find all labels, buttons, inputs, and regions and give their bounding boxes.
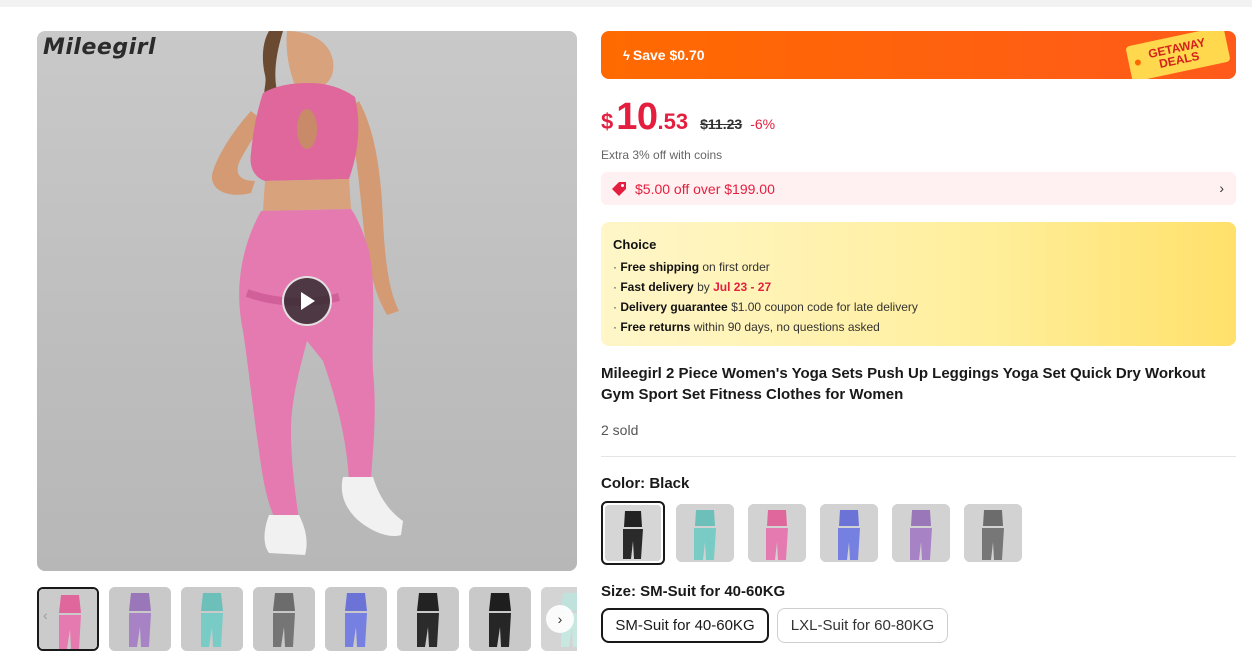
swatch-pink[interactable] <box>748 504 806 562</box>
free-returns-line: · Free returns within 90 days, no questi… <box>613 320 880 334</box>
thumbnail-prev-icon[interactable]: ‹ <box>43 607 48 623</box>
chevron-right-icon: › <box>557 611 563 627</box>
save-amount: ϟ Save $0.70 <box>623 47 705 63</box>
thumbnail-grey[interactable] <box>253 587 315 651</box>
getaway-deals-tag: GETAWAY DEALS <box>1125 31 1231 79</box>
choice-benefits-box: Choice · Free shipping on first order · … <box>601 222 1236 346</box>
choice-title: Choice <box>613 237 657 252</box>
swatch-black[interactable] <box>601 501 665 565</box>
brand-logo: Mileegirl <box>43 35 156 60</box>
size-label: Size: SM-Suit for 40-60KG <box>601 583 786 600</box>
thumbnail-teal[interactable] <box>181 587 243 651</box>
price-row: $ 10 .53 $11.23 -6% <box>601 96 775 138</box>
thumbnail-black-back[interactable] <box>469 587 531 651</box>
coins-note: Extra 3% off with coins <box>601 148 723 162</box>
color-label: Color: Black <box>601 475 690 492</box>
discount-percent: -6% <box>750 116 776 132</box>
play-video-button[interactable] <box>282 276 332 326</box>
play-icon <box>301 292 315 310</box>
price-currency: $ <box>601 109 614 134</box>
thumbnail-blue[interactable] <box>325 587 387 651</box>
thumbnail-purple[interactable] <box>109 587 171 651</box>
size-option-sm[interactable]: SM-Suit for 40-60KG <box>601 608 769 643</box>
swatch-blue[interactable] <box>820 504 878 562</box>
divider <box>601 456 1236 457</box>
original-price: $11.23 <box>700 116 743 132</box>
swatch-purple[interactable] <box>892 504 950 562</box>
fast-delivery-line: · Fast delivery by Jul 23 - 27 <box>613 280 772 294</box>
swatch-teal[interactable] <box>676 504 734 562</box>
product-title: Mileegirl 2 Piece Women's Yoga Sets Push… <box>601 365 1206 403</box>
price-integer: 10 <box>616 96 658 138</box>
lightning-icon: ϟ <box>623 48 630 63</box>
tag-hole-icon <box>1134 58 1142 67</box>
coupon-tag-icon <box>611 181 627 197</box>
delivery-guarantee-line: · Delivery guarantee $1.00 coupon code f… <box>613 300 918 314</box>
chevron-right-icon: › <box>1219 180 1224 196</box>
promo-banner: ϟ Save $0.70 GETAWAY DEALS <box>601 31 1236 79</box>
main-product-image[interactable]: Mileegirl <box>37 31 577 571</box>
coupon-text: $5.00 off over $199.00 <box>635 180 775 197</box>
free-shipping-line: · Free shipping on first order <box>613 260 770 274</box>
size-option-lxl[interactable]: LXL-Suit for 60-80KG <box>777 608 948 643</box>
top-bar <box>0 0 1252 7</box>
thumbnail-next-button[interactable]: › <box>546 605 574 633</box>
coupon-bar[interactable]: $5.00 off over $199.00 › <box>601 172 1236 205</box>
swatch-grey[interactable] <box>964 504 1022 562</box>
thumbnail-strip: ‹ › <box>37 587 577 651</box>
price-decimal: .53 <box>657 109 689 134</box>
sold-count: 2 sold <box>601 422 639 438</box>
thumbnail-black[interactable] <box>397 587 459 651</box>
